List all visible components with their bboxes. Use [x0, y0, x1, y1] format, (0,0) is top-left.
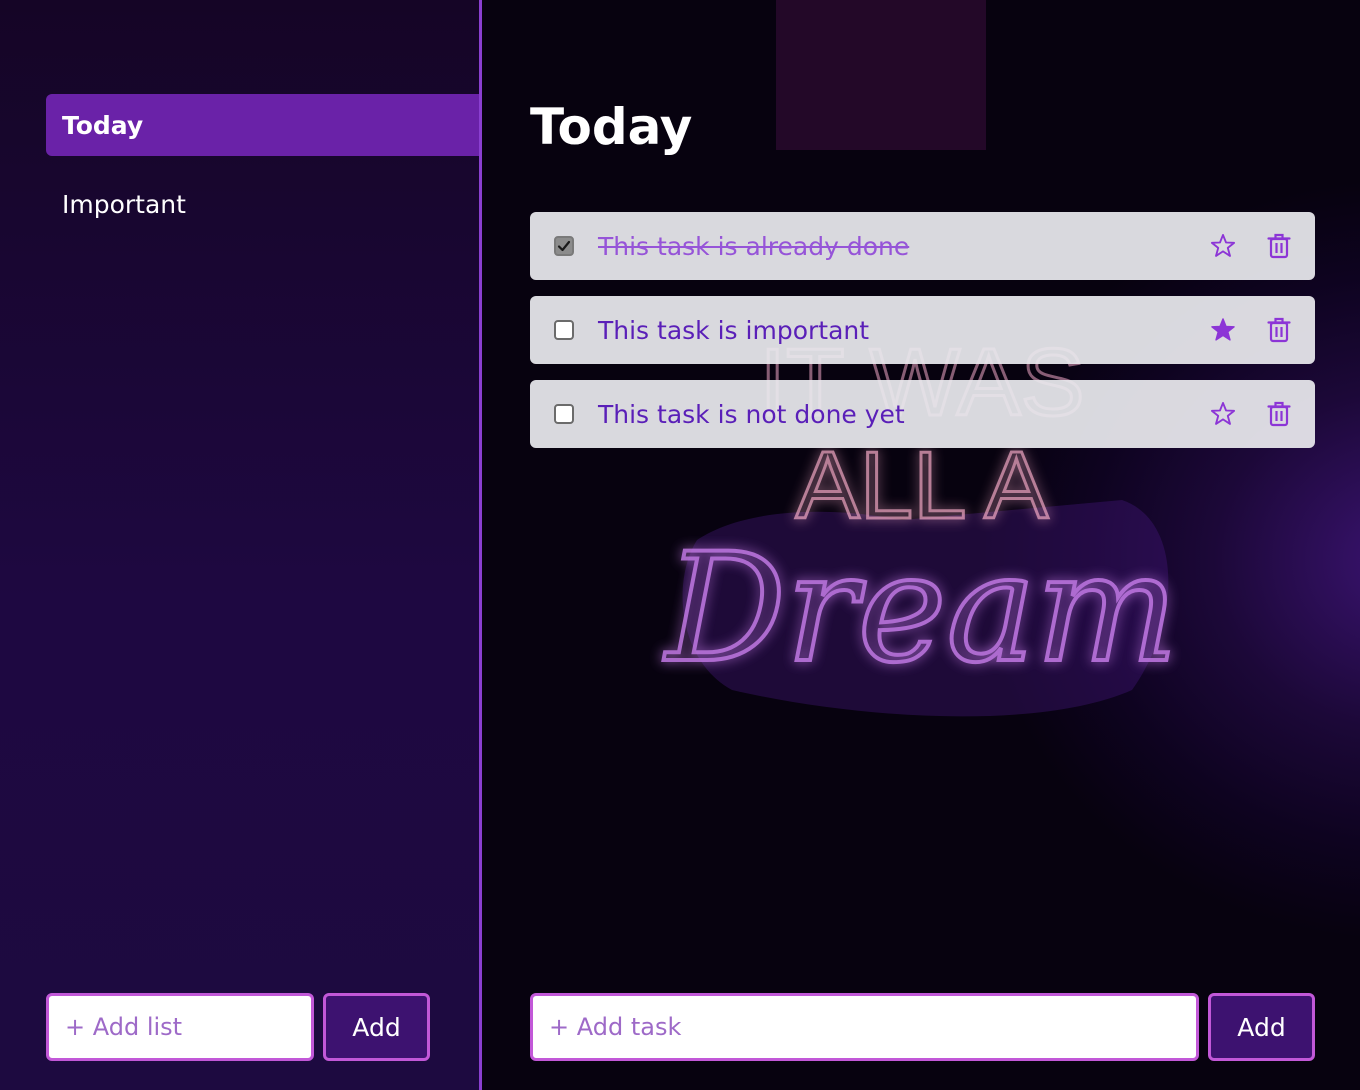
- sidebar: Today Important Add: [0, 0, 482, 1090]
- task-list: This task is already done This task is i…: [530, 212, 1315, 464]
- add-task-form: Add: [530, 993, 1315, 1061]
- star-filled-icon[interactable]: [1207, 314, 1239, 346]
- star-outline-icon[interactable]: [1207, 398, 1239, 430]
- task-text: This task is not done yet: [598, 399, 905, 429]
- task-text: This task is important: [598, 315, 870, 345]
- trash-icon[interactable]: [1263, 230, 1295, 262]
- task-checkbox[interactable]: [554, 320, 574, 340]
- todo-app: Today Important Add IT WAS ALL A Dream T…: [0, 0, 1360, 1090]
- task-item: This task is already done: [530, 212, 1315, 280]
- add-task-input[interactable]: [530, 993, 1199, 1061]
- star-outline-icon[interactable]: [1207, 230, 1239, 262]
- main-panel: IT WAS ALL A Dream Today This task is al…: [482, 0, 1360, 1090]
- sign-line-3: Dream: [663, 522, 1178, 696]
- background-image: IT WAS ALL A Dream: [661, 0, 1180, 717]
- sidebar-item-label: Today: [62, 110, 144, 140]
- task-item: This task is not done yet: [530, 380, 1315, 448]
- add-list-button[interactable]: Add: [323, 993, 430, 1061]
- task-item: This task is important: [530, 296, 1315, 364]
- page-title: Today: [530, 98, 693, 156]
- task-checkbox[interactable]: [554, 404, 574, 424]
- task-checkbox[interactable]: [554, 236, 574, 256]
- sidebar-item-today[interactable]: Today: [46, 94, 479, 156]
- trash-icon[interactable]: [1263, 398, 1295, 430]
- add-list-input[interactable]: [46, 993, 314, 1061]
- add-task-button[interactable]: Add: [1208, 993, 1315, 1061]
- sidebar-item-label: Important: [62, 189, 186, 219]
- task-text: This task is already done: [598, 231, 910, 261]
- add-list-form: Add: [46, 993, 430, 1061]
- check-icon: [557, 240, 571, 252]
- sidebar-item-important[interactable]: Important: [46, 173, 479, 235]
- trash-icon[interactable]: [1263, 314, 1295, 346]
